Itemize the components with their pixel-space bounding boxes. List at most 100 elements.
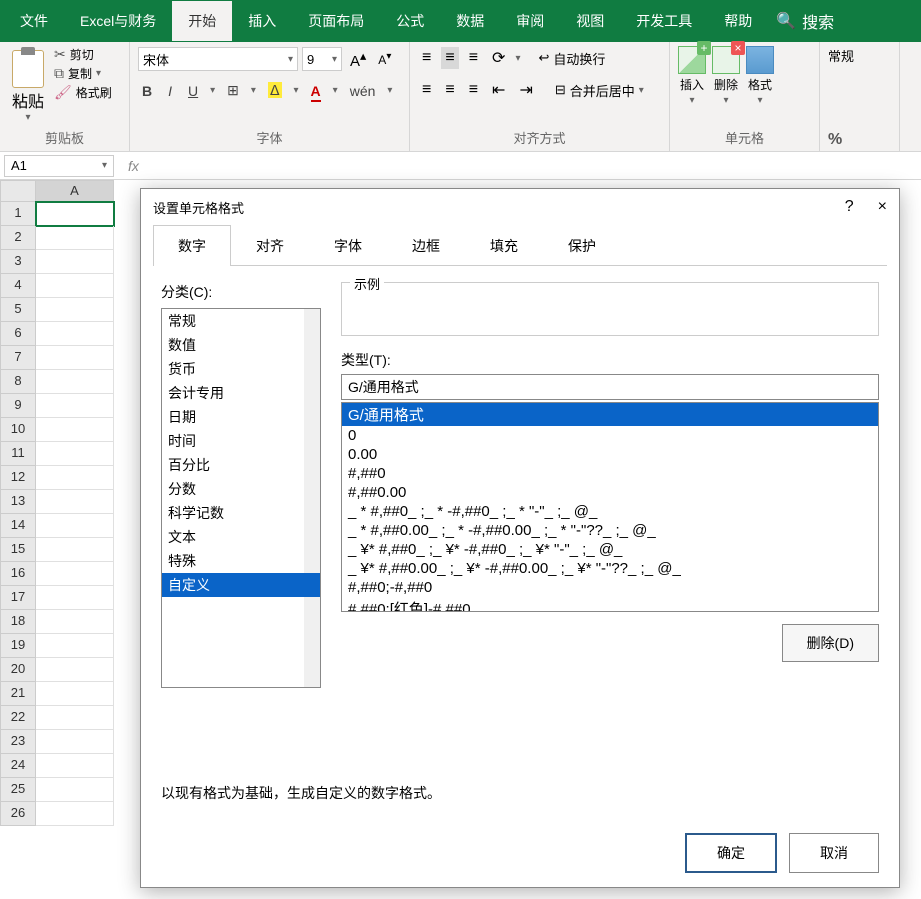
ok-button[interactable]: 确定 [685, 833, 777, 873]
category-item[interactable]: 会计专用 [162, 381, 320, 405]
dialog-tab-1[interactable]: 对齐 [231, 225, 309, 266]
row-header[interactable]: 21 [0, 682, 36, 706]
type-input[interactable] [341, 374, 879, 400]
underline-button[interactable]: U [184, 81, 202, 101]
menu-tab-0[interactable]: 文件 [4, 1, 64, 41]
row-header[interactable]: 6 [0, 322, 36, 346]
cell[interactable] [36, 634, 114, 658]
type-list[interactable]: G/通用格式00.00#,##0#,##0.00_ * #,##0_ ;_ * … [341, 402, 879, 612]
cell[interactable] [36, 538, 114, 562]
close-button[interactable]: × [878, 198, 887, 216]
font-size-select[interactable]: 9▾ [302, 47, 342, 71]
type-item[interactable]: #,##0;[红色]-#,##0 [342, 597, 878, 612]
category-item[interactable]: 百分比 [162, 453, 320, 477]
delete-format-button[interactable]: 删除(D) [782, 624, 879, 662]
paste-button[interactable]: 粘贴 ▾ [8, 46, 48, 127]
row-header[interactable]: 17 [0, 586, 36, 610]
menu-tab-5[interactable]: 公式 [380, 1, 440, 41]
row-header[interactable]: 24 [0, 754, 36, 778]
format-cells-button[interactable]: 格式▾ [746, 46, 774, 106]
decrease-font-button[interactable]: A▾ [374, 49, 395, 69]
cell[interactable] [36, 370, 114, 394]
menu-tab-6[interactable]: 数据 [440, 1, 500, 41]
search-area[interactable]: 🔍 搜索 [776, 9, 834, 33]
cell[interactable] [36, 730, 114, 754]
row-header[interactable]: 3 [0, 250, 36, 274]
category-item[interactable]: 常规 [162, 309, 320, 333]
cell[interactable] [36, 322, 114, 346]
row-header[interactable]: 11 [0, 442, 36, 466]
category-item[interactable]: 科学记数 [162, 501, 320, 525]
font-name-select[interactable]: 宋体▾ [138, 47, 298, 71]
row-header[interactable]: 8 [0, 370, 36, 394]
row-header[interactable]: 12 [0, 466, 36, 490]
fill-color-button[interactable]: ᐃ [264, 80, 286, 101]
category-item[interactable]: 数值 [162, 333, 320, 357]
cell[interactable] [36, 250, 114, 274]
row-header[interactable]: 23 [0, 730, 36, 754]
row-header[interactable]: 19 [0, 634, 36, 658]
font-color-button[interactable]: A [307, 81, 325, 101]
category-item[interactable]: 文本 [162, 525, 320, 549]
row-header[interactable]: 18 [0, 610, 36, 634]
percent-style-button[interactable]: % [828, 131, 891, 149]
help-button[interactable]: ? [845, 198, 854, 216]
menu-tab-4[interactable]: 页面布局 [292, 1, 380, 41]
cell[interactable] [36, 442, 114, 466]
cut-button[interactable]: ✂剪切 [54, 46, 112, 63]
menu-tab-9[interactable]: 开发工具 [620, 1, 708, 41]
row-header[interactable]: 14 [0, 514, 36, 538]
dialog-tab-4[interactable]: 填充 [465, 225, 543, 266]
row-header[interactable]: 13 [0, 490, 36, 514]
dialog-tab-5[interactable]: 保护 [543, 225, 621, 266]
orientation-button[interactable]: ⟳ [488, 46, 509, 70]
merge-center-button[interactable]: ⊟合并后居中 ▾ [555, 81, 644, 100]
increase-indent-button[interactable]: ⇥ [515, 78, 536, 102]
decrease-indent-button[interactable]: ⇤ [488, 78, 509, 102]
category-item[interactable]: 货币 [162, 357, 320, 381]
insert-cells-button[interactable]: 插入▾ [678, 46, 706, 106]
dialog-tab-2[interactable]: 字体 [309, 225, 387, 266]
row-header[interactable]: 10 [0, 418, 36, 442]
cell[interactable] [36, 274, 114, 298]
align-middle-button[interactable]: ≡ [441, 47, 458, 69]
copy-button[interactable]: ⧉复制 ▾ [54, 65, 112, 82]
name-box[interactable]: A1▾ [4, 155, 114, 177]
type-item[interactable]: #,##0 [342, 464, 878, 483]
cell[interactable] [36, 802, 114, 826]
cancel-button[interactable]: 取消 [789, 833, 879, 873]
type-item[interactable]: 0.00 [342, 445, 878, 464]
cell[interactable] [36, 226, 114, 250]
type-item[interactable]: G/通用格式 [342, 403, 878, 426]
borders-button[interactable]: ⊞ [223, 80, 243, 101]
type-item[interactable]: _ ¥* #,##0.00_ ;_ ¥* -#,##0.00_ ;_ ¥* "-… [342, 559, 878, 578]
row-header[interactable]: 20 [0, 658, 36, 682]
category-item[interactable]: 特殊 [162, 549, 320, 573]
align-left-button[interactable]: ≡ [418, 79, 435, 101]
menu-tab-8[interactable]: 视图 [560, 1, 620, 41]
delete-cells-button[interactable]: 删除▾ [712, 46, 740, 106]
select-all-corner[interactable] [0, 180, 36, 202]
category-item[interactable]: 时间 [162, 429, 320, 453]
type-item[interactable]: _ ¥* #,##0_ ;_ ¥* -#,##0_ ;_ ¥* "-"_ ;_ … [342, 540, 878, 559]
cell[interactable] [36, 586, 114, 610]
row-header[interactable]: 2 [0, 226, 36, 250]
dialog-tab-3[interactable]: 边框 [387, 225, 465, 266]
type-item[interactable]: #,##0;-#,##0 [342, 578, 878, 597]
row-header[interactable]: 1 [0, 202, 36, 226]
type-item[interactable]: _ * #,##0_ ;_ * -#,##0_ ;_ * "-"_ ;_ @_ [342, 502, 878, 521]
cell[interactable] [36, 418, 114, 442]
row-header[interactable]: 7 [0, 346, 36, 370]
category-list[interactable]: 常规数值货币会计专用日期时间百分比分数科学记数文本特殊自定义 [161, 308, 321, 688]
cell[interactable] [36, 562, 114, 586]
category-item[interactable]: 日期 [162, 405, 320, 429]
cell[interactable] [36, 490, 114, 514]
align-right-button[interactable]: ≡ [465, 79, 482, 101]
wrap-text-button[interactable]: ↩自动换行 [538, 49, 605, 68]
row-header[interactable]: 16 [0, 562, 36, 586]
row-header[interactable]: 5 [0, 298, 36, 322]
cell[interactable] [36, 202, 114, 226]
menu-tab-3[interactable]: 插入 [232, 1, 292, 41]
cell[interactable] [36, 778, 114, 802]
cell[interactable] [36, 682, 114, 706]
